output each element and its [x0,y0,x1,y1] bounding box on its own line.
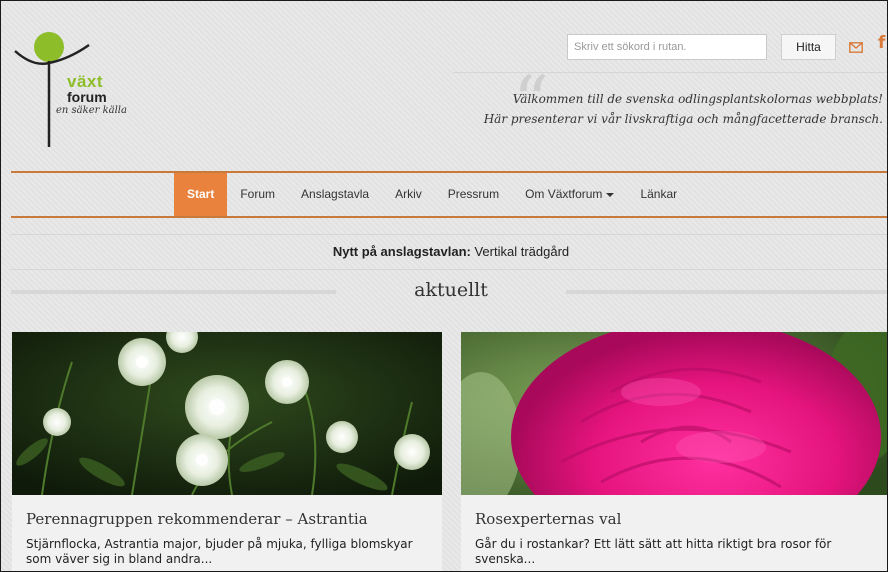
caret-down-icon [606,192,615,197]
card-title[interactable]: Rosexperternas val [475,510,621,528]
nav-item-pressrum[interactable]: Pressrum [435,173,512,216]
section-title: aktuellt [414,279,488,301]
search-button[interactable]: Hitta [781,34,836,60]
page-frame: växt forum en säker källa Skriv ett söko… [0,0,888,572]
nav-item-start[interactable]: Start [174,173,228,216]
facebook-icon[interactable]: f [878,35,885,52]
card-body: Rosexperternas val Går du i rostankar? E… [461,495,887,571]
news-prefix: Nytt på anslagstavlan: [332,244,471,259]
nav-item-anslagstavla[interactable]: Anslagstavla [288,173,382,216]
card-body: Perennagruppen rekommenderar – Astrantia… [12,495,442,571]
welcome-line-1: Välkommen till de svenska odlingsplantsk… [512,92,883,106]
section-rule-left [11,290,336,294]
mail-icon[interactable] [849,42,863,53]
welcome-text: Välkommen till de svenska odlingsplantsk… [484,89,883,129]
search-input[interactable]: Skriv ett sökord i rutan. [567,34,767,60]
section-rule-right [566,290,887,294]
astrantia-flower-image[interactable] [12,332,442,495]
card-title[interactable]: Perennagruppen rekommenderar – Astrantia [26,510,368,528]
main-nav: Start Forum Anslagstavla Arkiv Pressrum … [174,173,690,216]
nav-item-arkiv[interactable]: Arkiv [382,173,435,216]
logo-word-forum: forum [67,89,107,105]
vaxtforum-logo[interactable]: växt forum en säker källa [11,27,171,157]
news-link[interactable]: Vertikal trädgård [471,244,569,259]
news-ticker[interactable]: Nytt på anslagstavlan: Vertikal trädgård [11,234,887,270]
logo-tagline: en säker källa [56,105,127,116]
card-excerpt: Går du i rostankar? Ett lätt sätt att hi… [475,537,832,566]
rose-image[interactable] [461,332,887,495]
card-excerpt: Stjärnflocka, Astrantia major, bjuder på… [26,537,413,566]
nav-item-om-vaxtforum[interactable]: Om Växtforum [512,173,627,216]
nav-item-om-vaxtforum-label: Om Växtforum [525,187,603,201]
article-card-rosor[interactable]: Rosexperternas val Går du i rostankar? E… [461,332,887,571]
article-card-astrantia[interactable]: Perennagruppen rekommenderar – Astrantia… [12,332,442,571]
welcome-line-2: Här presenterar vi vår livskraftiga och … [483,112,883,126]
logo-word-vaxt: växt [67,72,104,91]
nav-border-bottom [11,216,887,218]
nav-item-forum[interactable]: Forum [227,173,288,216]
nav-item-lankar[interactable]: Länkar [627,173,690,216]
